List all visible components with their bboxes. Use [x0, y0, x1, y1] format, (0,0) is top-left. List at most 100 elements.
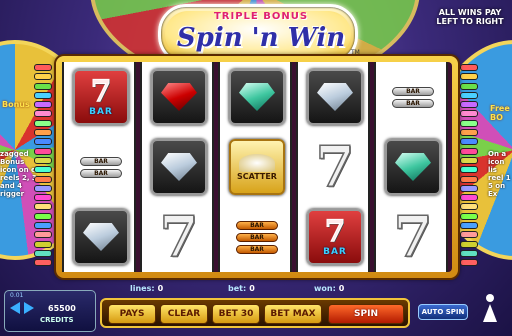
- left-side-title: Bonus: [2, 100, 30, 109]
- right-side-title: Free BO: [490, 104, 510, 122]
- payline-pin[interactable]: [34, 110, 52, 118]
- right-side-text: On a icon lis reel 1 5 on Ex: [488, 150, 511, 198]
- payline-pin[interactable]: [34, 138, 52, 146]
- reel-symbol-cell: BAR BAR BAR: [220, 202, 294, 272]
- bar-symbol: BAR: [236, 220, 278, 230]
- win-direction-note: ALL WINS PAY LEFT TO RIGHT: [436, 8, 504, 26]
- payline-pin[interactable]: [460, 259, 478, 267]
- denomination-up-arrow-icon[interactable]: [24, 302, 34, 314]
- payline-pin[interactable]: [34, 184, 52, 192]
- payline-pin[interactable]: [460, 82, 478, 90]
- reel-symbol-cell: 7 BAR: [64, 62, 138, 132]
- reel-2: 7: [140, 62, 214, 272]
- payline-pin[interactable]: [460, 231, 478, 239]
- payline-pin[interactable]: [34, 249, 52, 257]
- reel-symbol-cell: 7: [376, 202, 450, 272]
- bet-label: bet:: [228, 284, 247, 293]
- payline-pin[interactable]: [460, 222, 478, 230]
- payline-pin[interactable]: [34, 119, 52, 127]
- payline-pin[interactable]: [460, 119, 478, 127]
- payline-pin[interactable]: [460, 184, 478, 192]
- payline-pin[interactable]: [460, 138, 478, 146]
- payline-pin[interactable]: [34, 194, 52, 202]
- reel-symbol-cell: [376, 132, 450, 202]
- payline-pin[interactable]: [34, 64, 52, 71]
- denomination-value: 0.01: [10, 292, 24, 299]
- payline-pin[interactable]: [460, 129, 478, 137]
- payline-pin[interactable]: [460, 64, 478, 71]
- pays-button[interactable]: PAYS: [108, 304, 156, 324]
- red-seven-bar-symbol: 7 BAR: [307, 209, 363, 265]
- payline-pin[interactable]: [34, 73, 52, 81]
- payline-pin[interactable]: [460, 249, 478, 257]
- silver-seven-symbol: 7: [393, 204, 433, 270]
- payline-pin[interactable]: [34, 147, 52, 155]
- reel-5: BAR BAR 7: [374, 62, 448, 272]
- payline-pin[interactable]: [34, 222, 52, 230]
- lines-value: 0: [157, 284, 164, 293]
- payline-pin[interactable]: [460, 110, 478, 118]
- reel-4: 7 7 BAR: [296, 62, 370, 272]
- payline-pin[interactable]: [460, 91, 478, 99]
- won-value: 0: [338, 284, 345, 293]
- logo-trademark: TM: [351, 49, 360, 56]
- bet-30-button[interactable]: BET 30: [212, 304, 260, 324]
- stats-bar: lines: 0 bet: 0 won: 0: [56, 284, 458, 296]
- won-label: won:: [314, 284, 336, 293]
- bar-stack: BAR BAR: [392, 86, 434, 108]
- bet-max-button[interactable]: BET MAX: [264, 304, 322, 324]
- auto-spin-button[interactable]: AUTO SPIN: [418, 304, 468, 320]
- payline-pin[interactable]: [34, 240, 52, 248]
- payline-pin[interactable]: [34, 231, 52, 239]
- payline-pin[interactable]: [460, 194, 478, 202]
- payline-pin[interactable]: [460, 101, 478, 109]
- payline-pin[interactable]: [34, 91, 52, 99]
- reel-symbol-cell: 7 BAR: [298, 202, 372, 272]
- scatter-symbol: SCATTER: [229, 139, 285, 195]
- reel-window: 7 BAR BAR BAR 7 SCATTER BAR BAR BAR 7 7 BAR BAR BAR 7: [62, 62, 452, 272]
- white-diamond-symbol: [73, 209, 129, 265]
- reel-symbol-cell: [298, 62, 372, 132]
- player-icon[interactable]: [480, 294, 500, 328]
- payline-pin[interactable]: [460, 166, 478, 174]
- payline-pin[interactable]: [34, 175, 52, 183]
- button-bar: PAYS CLEAR BET 30 BET MAX SPIN: [100, 298, 410, 328]
- reel-symbol-cell: BAR BAR: [64, 132, 138, 202]
- reel-symbol-cell: [220, 62, 294, 132]
- payline-pin[interactable]: [34, 156, 52, 164]
- payline-pin[interactable]: [460, 147, 478, 155]
- spin-button[interactable]: SPIN: [328, 304, 404, 324]
- payline-pin[interactable]: [34, 212, 52, 220]
- payline-pin[interactable]: [34, 101, 52, 109]
- payline-pin[interactable]: [460, 240, 478, 248]
- bar-symbol: BAR: [236, 244, 278, 254]
- payline-pin[interactable]: [34, 166, 52, 174]
- reel-symbol-cell: [142, 132, 216, 202]
- payline-pin[interactable]: [460, 203, 478, 211]
- white-diamond-symbol: [151, 139, 207, 195]
- reel-symbol-cell: [64, 202, 138, 272]
- clear-button[interactable]: CLEAR: [160, 304, 208, 324]
- logo-main-text: Spin 'n Win: [176, 23, 346, 53]
- bar-symbol: BAR: [80, 168, 122, 178]
- green-diamond-symbol: [229, 69, 285, 125]
- payline-pin[interactable]: [460, 73, 478, 81]
- payline-pin[interactable]: [460, 212, 478, 220]
- credits-value: 65500: [48, 304, 76, 313]
- payline-pin[interactable]: [34, 82, 52, 90]
- logo-top-text: TRIPLE BONUS: [213, 11, 309, 22]
- bar-symbol: BAR: [80, 156, 122, 166]
- bar-symbol: BAR: [236, 232, 278, 242]
- reel-symbol-cell: SCATTER: [220, 132, 294, 202]
- payline-pin[interactable]: [34, 259, 52, 267]
- payline-pin[interactable]: [460, 156, 478, 164]
- payline-pin[interactable]: [34, 129, 52, 137]
- denomination-down-arrow-icon[interactable]: [10, 302, 20, 314]
- bar-symbol: BAR: [392, 86, 434, 96]
- red-seven-bar-symbol: 7 BAR: [73, 69, 129, 125]
- payline-pin[interactable]: [34, 203, 52, 211]
- silver-seven-symbol: 7: [315, 134, 355, 200]
- payline-pin[interactable]: [460, 175, 478, 183]
- reel-1: 7 BAR BAR BAR: [62, 62, 136, 272]
- game-stage: Bonus zagged Bonus icon on e reels 2, 3 …: [0, 0, 512, 336]
